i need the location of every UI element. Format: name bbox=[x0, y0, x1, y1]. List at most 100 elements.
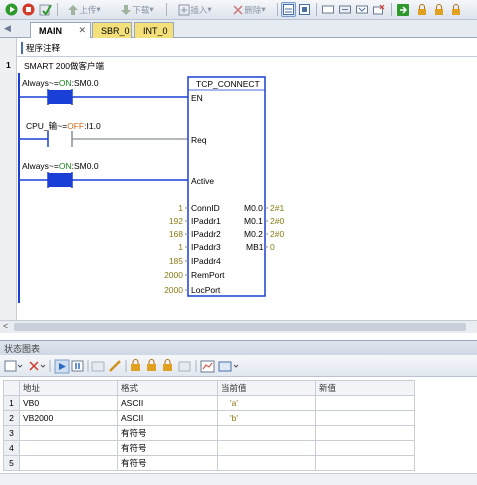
table-row[interactable]: 3 有符号 bbox=[3, 425, 415, 441]
format-cell[interactable]: 有符号 bbox=[117, 440, 218, 456]
tab-sbr0[interactable]: SBR_0 bbox=[92, 22, 132, 38]
contact-2-address: I1.0 bbox=[86, 121, 101, 131]
branch-icon bbox=[355, 5, 368, 14]
contact-3-label: Always~=ON:SM0.0 bbox=[22, 161, 99, 171]
contact-1-on bbox=[48, 90, 72, 104]
upload-button[interactable]: 上传 ▾ bbox=[62, 2, 106, 17]
row-number[interactable]: 4 bbox=[3, 440, 20, 456]
new-value-cell[interactable] bbox=[315, 425, 415, 441]
insert-network-button[interactable] bbox=[320, 2, 335, 17]
add-row-icon bbox=[4, 360, 17, 372]
output-address-done[interactable]: M0.0 bbox=[244, 203, 263, 213]
delete-button[interactable]: 删除 ▾ bbox=[224, 2, 274, 17]
table-row[interactable]: 2 VB2000 ASCII 'b' bbox=[3, 410, 415, 426]
new-value-cell[interactable] bbox=[315, 410, 415, 426]
run-button[interactable] bbox=[4, 2, 19, 17]
format-cell[interactable]: 有符号 bbox=[117, 425, 218, 441]
current-value-cell bbox=[217, 455, 316, 471]
chevron-down-icon: ▾ bbox=[96, 4, 101, 14]
table-row[interactable]: 5 有符号 bbox=[3, 455, 415, 471]
output-address-busy[interactable]: M0.1 bbox=[244, 216, 263, 226]
download-button[interactable]: 下载 ▾ bbox=[112, 2, 162, 17]
scroll-thumb[interactable] bbox=[14, 323, 466, 331]
address-cell[interactable]: VB2000 bbox=[19, 410, 118, 426]
lock-button-3[interactable] bbox=[448, 2, 463, 17]
address-cell[interactable] bbox=[19, 455, 118, 471]
scroll-left-icon[interactable]: < bbox=[3, 321, 8, 331]
insert-icon bbox=[178, 4, 190, 15]
address-cell[interactable] bbox=[19, 425, 118, 441]
row-number[interactable]: 5 bbox=[3, 455, 20, 471]
row-number[interactable]: 2 bbox=[3, 410, 20, 426]
download-label: 下载 bbox=[132, 4, 150, 15]
goto-button[interactable] bbox=[395, 2, 410, 17]
column-header-format[interactable]: 格式 bbox=[117, 380, 218, 396]
pencil-icon bbox=[109, 360, 121, 372]
pin-ipaddr1: IPaddr1 bbox=[191, 216, 221, 226]
table-row[interactable]: 4 有符号 bbox=[3, 440, 415, 456]
download-arrow-icon bbox=[121, 4, 132, 15]
close-icon[interactable]: ✕ bbox=[78, 25, 86, 36]
pin-ipaddr4: IPaddr4 bbox=[191, 256, 221, 266]
lock-icon bbox=[451, 3, 460, 15]
read-forced-icon bbox=[178, 361, 191, 372]
contact-3-name: Always~ bbox=[22, 161, 54, 171]
tab-scroll-left-icon[interactable]: ◀ bbox=[4, 23, 11, 34]
insert-button[interactable]: 插入 ▾ bbox=[170, 2, 220, 17]
insert-row-button[interactable] bbox=[337, 2, 352, 17]
chevron-down-icon bbox=[17, 364, 23, 368]
input-value-ipaddr3[interactable]: 1 bbox=[178, 242, 183, 252]
program-status-button[interactable] bbox=[281, 2, 296, 17]
delete-network-button[interactable] bbox=[371, 2, 386, 17]
input-value-remport[interactable]: 2000 bbox=[164, 270, 183, 280]
stop-button[interactable] bbox=[21, 2, 36, 17]
format-cell[interactable]: 有符号 bbox=[117, 455, 218, 471]
column-header-address[interactable]: 地址 bbox=[19, 380, 118, 396]
chart-status-button[interactable] bbox=[297, 2, 312, 17]
output-address-error[interactable]: M0.2 bbox=[244, 229, 263, 239]
tab-sbr0-label: SBR_0 bbox=[101, 25, 130, 36]
compile-icon bbox=[39, 4, 52, 16]
contact-1-name: Always~ bbox=[22, 78, 54, 88]
current-value-cell: 'b' bbox=[217, 410, 316, 426]
main-toolbar: 上传 ▾ 下载 ▾ 插入 ▾ 删除 ▾ bbox=[0, 0, 477, 20]
new-value-cell[interactable] bbox=[315, 395, 415, 411]
row-number[interactable]: 3 bbox=[3, 425, 20, 441]
lock-button-1[interactable] bbox=[414, 2, 429, 17]
compile-button[interactable] bbox=[38, 2, 53, 17]
input-value-locport[interactable]: 2000 bbox=[164, 285, 183, 295]
pin-locport: LocPort bbox=[191, 285, 221, 295]
status-chart-bottom-bar bbox=[0, 473, 477, 485]
lock-button-2[interactable] bbox=[431, 2, 446, 17]
format-cell[interactable]: ASCII bbox=[117, 395, 218, 411]
address-cell[interactable]: VB0 bbox=[19, 395, 118, 411]
stop-icon bbox=[22, 3, 35, 16]
format-cell[interactable]: ASCII bbox=[117, 410, 218, 426]
program-status-icon bbox=[283, 4, 294, 15]
output-value-status: 0 bbox=[270, 242, 275, 252]
input-value-connid[interactable]: 1 bbox=[178, 203, 183, 213]
delete-network-icon bbox=[372, 4, 384, 15]
pin-active: Active bbox=[191, 176, 215, 186]
block-title[interactable]: TCP_CONNECT bbox=[196, 79, 260, 89]
address-cell[interactable] bbox=[19, 440, 118, 456]
input-value-ipaddr2[interactable]: 168 bbox=[169, 229, 183, 239]
new-value-cell[interactable] bbox=[315, 455, 415, 471]
row-number[interactable]: 1 bbox=[3, 395, 20, 411]
editor-horizontal-scrollbar[interactable]: < bbox=[0, 320, 477, 333]
status-chart-table: 地址 格式 当前值 新值 1 VB0 ASCII 'a' 2 VB2000 AS… bbox=[3, 380, 415, 471]
input-value-ipaddr1[interactable]: 192 bbox=[169, 216, 183, 226]
input-value-ipaddr4[interactable]: 185 bbox=[169, 256, 183, 266]
table-row[interactable]: 1 VB0 ASCII 'a' bbox=[3, 395, 415, 411]
chevron-down-icon bbox=[233, 364, 239, 368]
column-header-current[interactable]: 当前值 bbox=[217, 380, 316, 396]
column-header-new[interactable]: 新值 bbox=[315, 380, 415, 396]
insert-branch-button[interactable] bbox=[354, 2, 369, 17]
ladder-editor[interactable]: 程序注释 1 SMART 200做客户端 Always~=ON:SM0.0 CP… bbox=[0, 38, 477, 333]
tab-int0[interactable]: INT_0 bbox=[134, 22, 174, 38]
tab-main[interactable]: MAIN ✕ bbox=[30, 22, 91, 38]
pause-icon bbox=[71, 360, 84, 372]
new-value-cell[interactable] bbox=[315, 440, 415, 456]
output-address-status[interactable]: MB1 bbox=[246, 242, 263, 252]
pin-remport: RemPort bbox=[191, 270, 225, 280]
